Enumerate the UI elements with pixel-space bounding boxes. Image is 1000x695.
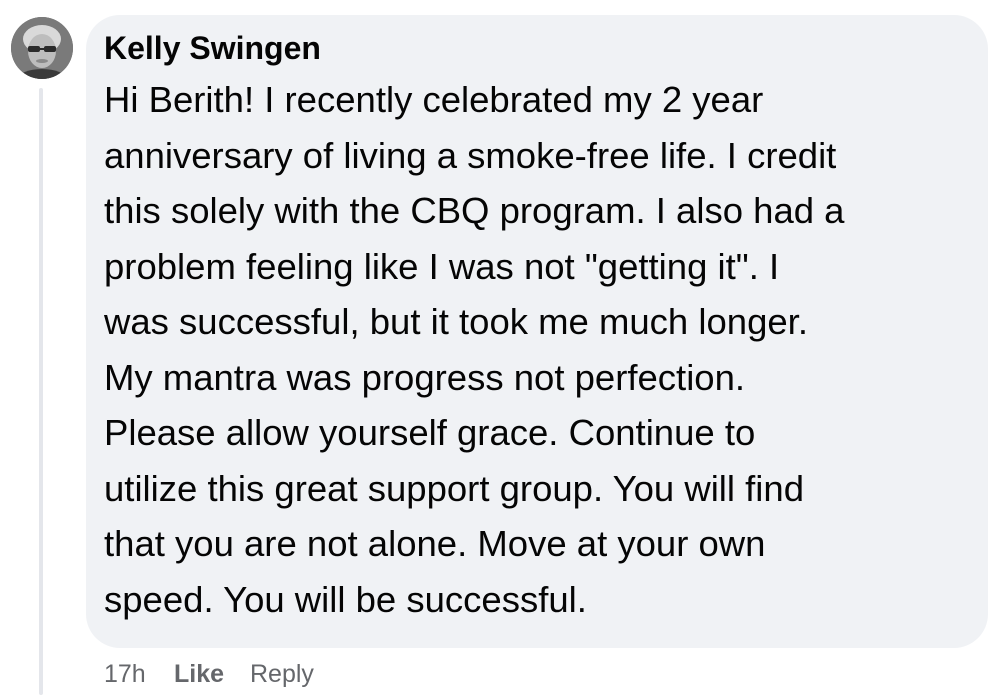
comment-text-line: My mantra was progress not perfection.: [104, 356, 746, 398]
profile-photo-icon: [11, 17, 73, 79]
comment-text-line: anniversary of living a smoke-free life.…: [104, 134, 837, 176]
comment-text-line: that you are not alone. Move at your own: [104, 523, 766, 564]
thread-line: [39, 88, 43, 695]
comment-timestamp[interactable]: 17h: [104, 656, 146, 692]
reply-button[interactable]: Reply: [250, 656, 314, 692]
comment-text-line: Please allow yourself grace. Continue to: [104, 412, 756, 453]
comment-text-line: this solely with the CBQ program. I also…: [104, 190, 845, 231]
comment-text-line: speed. You will be successful.: [104, 578, 587, 620]
comment-container: Kelly Swingen Hi Berith! I recently cele…: [0, 0, 1000, 695]
comment-text-line: Hi Berith! I recently celebrated my 2 ye…: [104, 79, 764, 120]
comment-text-line: utilize this great support group. You wi…: [104, 467, 805, 509]
comment-author[interactable]: Kelly Swingen: [104, 24, 321, 72]
comment-text: Hi Berith! I recently celebrated my 2 ye…: [104, 72, 974, 627]
comment-text-line: problem feeling like I was not "getting …: [104, 245, 780, 287]
avatar[interactable]: [11, 17, 73, 79]
comment-text-line: was successful, but it took me much long…: [104, 301, 808, 342]
like-button[interactable]: Like: [174, 656, 224, 692]
